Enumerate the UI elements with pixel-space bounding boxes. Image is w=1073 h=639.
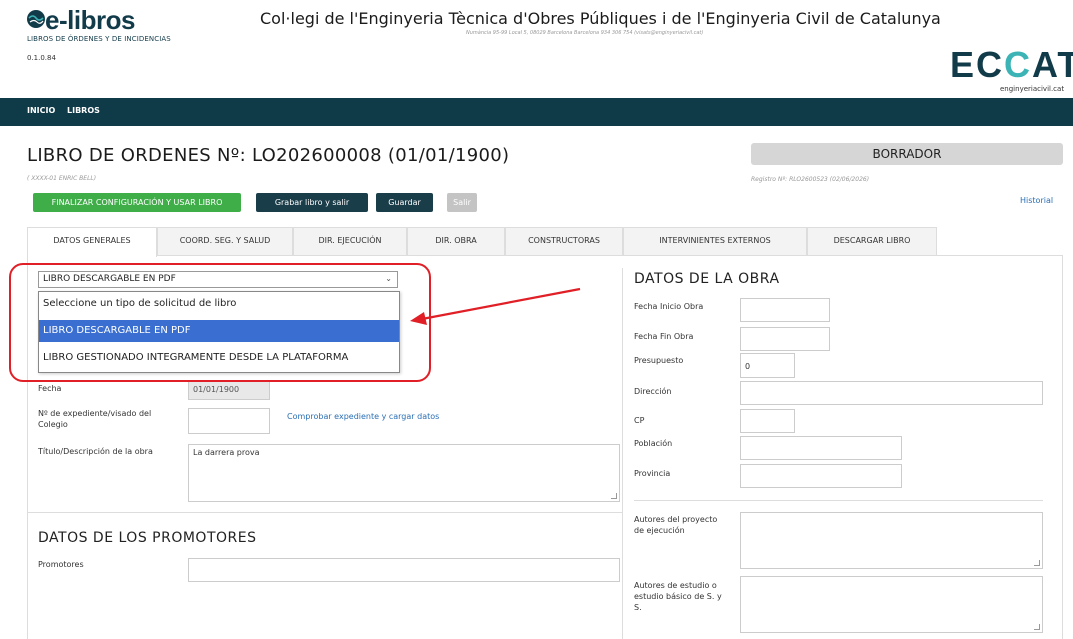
autores-proyecto-textarea[interactable] <box>740 512 1043 569</box>
save-button[interactable]: Guardar <box>376 193 433 212</box>
nav-inicio[interactable]: INICIO <box>27 106 55 115</box>
tab-dir-ejecucion[interactable]: DIR. EJECUCIÓN <box>293 227 407 255</box>
poblacion-label: Población <box>634 439 673 448</box>
tab-constructoras[interactable]: CONSTRUCTORAS <box>505 227 623 255</box>
globe-logo-icon <box>27 10 45 28</box>
registro-label: Registro Nº: RLO2600523 (02/06/2026) <box>751 176 870 183</box>
eccat-url: enginyeriacivil.cat <box>1000 85 1065 93</box>
provincia-label: Provincia <box>634 469 671 478</box>
fecha-input[interactable]: 01/01/1900 <box>188 381 270 400</box>
eccat-logo: ECCAT <box>950 44 1073 85</box>
college-name: Col·legi de l'Enginyeria Tècnica d'Obres… <box>260 9 941 28</box>
fecha-label: Fecha <box>38 384 62 393</box>
app-logo[interactable]: e-libros <box>45 5 135 36</box>
resize-grip-icon[interactable] <box>1034 560 1040 566</box>
presupuesto-input[interactable]: 0 <box>740 353 795 378</box>
titulo-textarea[interactable]: La darrera prova <box>188 444 620 502</box>
autores-estudio-label: Autores de estudio o estudio básico de S… <box>634 581 722 612</box>
historial-link[interactable]: Historial <box>1020 196 1053 205</box>
cp-input[interactable] <box>740 409 795 433</box>
tab-bar: DATOS GENERALES COORD. SEG. Y SALUD DIR.… <box>27 227 1063 257</box>
datos-obra-section-title: DATOS DE LA OBRA <box>634 271 780 287</box>
fecha-fin-label: Fecha Fin Obra <box>634 332 694 341</box>
app-version: 0.1.0.84 <box>27 54 56 62</box>
fecha-inicio-label: Fecha Inicio Obra <box>634 302 704 311</box>
status-badge: BORRADOR <box>751 143 1063 165</box>
highlight-ring <box>9 263 431 382</box>
right-section-divider <box>634 500 1043 501</box>
expediente-label: Nº de expediente/visado del Colegio <box>38 409 152 429</box>
college-address: Numància 95-99 Local 5, 08029 Barcelona … <box>466 30 704 36</box>
tab-coord-seg-salud[interactable]: COORD. SEG. Y SALUD <box>157 227 293 255</box>
presupuesto-label: Presupuesto <box>634 356 684 365</box>
author-label: ( XXXX-01 ENRIC BELL) <box>27 175 97 182</box>
top-nav: INICIO LIBROS <box>0 98 1073 126</box>
promotores-section-title: DATOS DE LOS PROMOTORES <box>38 530 257 546</box>
tab-datos-generales[interactable]: DATOS GENERALES <box>27 227 157 257</box>
save-and-exit-button[interactable]: Grabar libro y salir <box>256 193 368 212</box>
finalize-config-button[interactable]: FINALIZAR CONFIGURACIÓN Y USAR LIBRO <box>33 193 241 212</box>
fecha-fin-input[interactable] <box>740 327 830 351</box>
annotation-arrow-icon <box>410 287 581 325</box>
nav-libros[interactable]: LIBROS <box>67 106 100 115</box>
expediente-input[interactable] <box>188 408 270 434</box>
check-expediente-link[interactable]: Comprobar expediente y cargar datos <box>287 412 439 421</box>
fecha-inicio-input[interactable] <box>740 298 830 322</box>
cp-label: CP <box>634 416 645 425</box>
titulo-value: La darrera prova <box>193 448 260 457</box>
app-header: e-libros LIBROS DE ÓRDENES Y DE INCIDENC… <box>0 0 1073 98</box>
tab-dir-obra[interactable]: DIR. OBRA <box>407 227 505 255</box>
page-title: LIBRO DE ORDENES Nº: LO202600008 (01/01/… <box>27 145 510 166</box>
promotores-input[interactable] <box>188 558 620 582</box>
tab-intervinientes-externos[interactable]: INTERVINIENTES EXTERNOS <box>623 227 807 255</box>
exit-button[interactable]: Salir <box>447 193 477 212</box>
left-section-divider <box>27 512 622 513</box>
tab-descargar-libro[interactable]: DESCARGAR LIBRO <box>807 227 937 255</box>
titulo-label: Título/Descripción de la obra <box>38 447 153 456</box>
app-subtitle: LIBROS DE ÓRDENES Y DE INCIDENCIAS <box>27 35 171 43</box>
promotores-label: Promotores <box>38 560 84 569</box>
provincia-input[interactable] <box>740 464 902 488</box>
resize-grip-icon[interactable] <box>1034 624 1040 630</box>
resize-grip-icon[interactable] <box>611 493 617 499</box>
column-divider <box>622 268 623 639</box>
direccion-input[interactable] <box>740 381 1043 405</box>
autores-estudio-textarea[interactable] <box>740 576 1043 633</box>
poblacion-input[interactable] <box>740 436 902 460</box>
autores-proyecto-label: Autores del proyecto de ejecución <box>634 515 718 535</box>
direccion-label: Dirección <box>634 387 672 396</box>
